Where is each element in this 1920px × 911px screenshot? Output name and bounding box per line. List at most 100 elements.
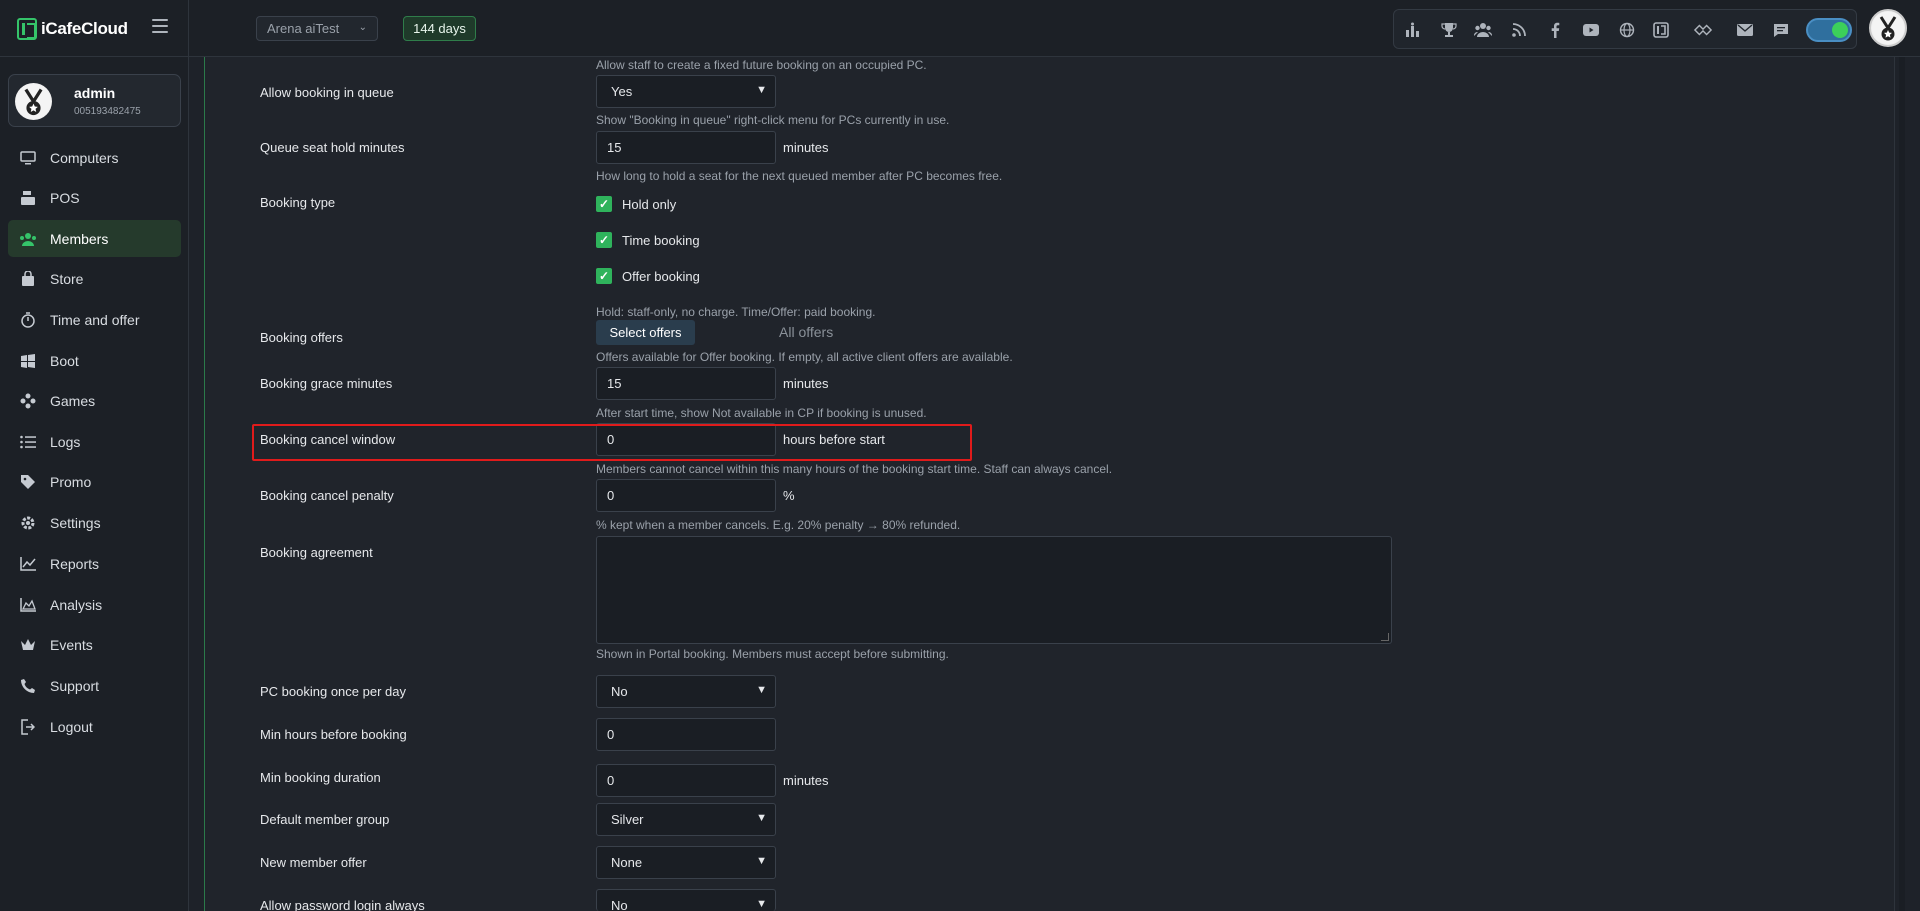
chevron-down-icon: ▼ <box>756 812 767 824</box>
password-login-select[interactable]: No ▼ <box>596 889 776 911</box>
booking-cancel-penalty-unit: % <box>783 488 795 503</box>
resize-handle-icon[interactable] <box>1381 633 1389 641</box>
select-value: None <box>611 855 643 870</box>
checkbox-hold-only[interactable]: ✓ Hold only <box>596 195 676 213</box>
sidebar-item-promo[interactable]: Promo <box>8 463 181 500</box>
help-fixed-future: Allow staff to create a fixed future boo… <box>596 58 927 72</box>
checkbox-label: Time booking <box>622 232 700 248</box>
sidebar-item-pos[interactable]: POS <box>8 179 181 216</box>
checkbox-offer-booking[interactable]: ✓ Offer booking <box>596 267 700 285</box>
once-per-day-select[interactable]: No ▼ <box>596 675 776 708</box>
app-name: iCafeCloud <box>41 19 128 38</box>
sidebar-item-support[interactable]: Support <box>8 667 181 704</box>
menu-toggle-icon[interactable] <box>152 19 168 33</box>
users-icon <box>19 230 37 248</box>
help-booking-agreement: Shown in Portal booking. Members must ac… <box>596 647 949 661</box>
profile-name: admin <box>74 85 116 101</box>
windows-icon <box>19 352 37 370</box>
checkbox-checked-icon: ✓ <box>596 232 612 248</box>
icafe-icon[interactable] <box>1652 21 1670 39</box>
sidebar-item-logs[interactable]: Logs <box>8 423 181 460</box>
help-booking-cancel-penalty: % kept when a member cancels. E.g. 20% p… <box>596 518 961 532</box>
bag-icon <box>19 270 37 288</box>
sidebar-item-events[interactable]: Events <box>8 626 181 663</box>
sidebar-item-settings[interactable]: Settings <box>8 504 181 541</box>
checkbox-label: Offer booking <box>622 268 700 284</box>
cafe-selector[interactable]: Arena aiTest ⌄ <box>256 16 378 41</box>
handshake-icon[interactable] <box>1694 21 1712 39</box>
help-booking-type: Hold: staff-only, no charge. Time/Offer:… <box>596 305 876 319</box>
help-booking-grace: After start time, show Not available in … <box>596 406 927 420</box>
sidebar-item-store[interactable]: Store <box>8 260 181 297</box>
sidebar-item-computers[interactable]: Computers <box>8 139 181 176</box>
ranking-icon[interactable] <box>1404 21 1422 39</box>
label-booking-cancel-penalty: Booking cancel penalty <box>260 488 394 503</box>
help-allow-booking-queue: Show "Booking in queue" right-click menu… <box>596 113 950 127</box>
tag-icon <box>19 473 37 491</box>
min-hours-input[interactable]: 0 <box>596 718 776 751</box>
sidebar-item-label: Store <box>50 270 84 287</box>
chevron-down-icon: ▼ <box>756 684 767 696</box>
profile-id: 005193482475 <box>74 106 141 117</box>
mail-icon[interactable] <box>1736 21 1754 39</box>
booking-agreement-textarea[interactable] <box>596 536 1392 644</box>
label-queue-hold: Queue seat hold minutes <box>260 140 405 155</box>
group-icon[interactable] <box>1474 21 1492 39</box>
chat-icon[interactable] <box>1772 21 1790 39</box>
cash-register-icon <box>19 189 37 207</box>
sidebar-item-label: Analysis <box>50 596 103 613</box>
checkbox-checked-icon: ✓ <box>596 268 612 284</box>
theme-toggle[interactable] <box>1806 18 1852 42</box>
min-duration-unit: minutes <box>783 773 829 788</box>
sidebar-item-label: Support <box>50 677 100 694</box>
sidebar-item-label: Time and offer <box>50 311 140 328</box>
monitor-icon <box>19 149 37 167</box>
label-booking-type: Booking type <box>260 195 336 210</box>
sidebar-item-games[interactable]: Games <box>8 382 181 419</box>
sidebar-item-label: Settings <box>50 514 101 531</box>
label-min-duration: Min booking duration <box>260 770 381 785</box>
trophy-icon[interactable] <box>1440 21 1458 39</box>
help-booking-offers: Offers available for Offer booking. If e… <box>596 350 1013 364</box>
youtube-icon[interactable] <box>1582 21 1600 39</box>
facebook-icon[interactable] <box>1546 21 1564 39</box>
sidebar-item-boot[interactable]: Boot <box>8 342 181 379</box>
booking-grace-input[interactable]: 15 <box>596 367 776 400</box>
min-duration-input[interactable]: 0 <box>596 764 776 797</box>
toolbar-icons <box>1393 9 1857 49</box>
booking-offers-value: All offers <box>779 324 834 340</box>
cafe-selector-value: Arena aiTest <box>267 21 340 36</box>
profile-card[interactable]: admin 005193482475 <box>8 74 181 127</box>
booking-grace-unit: minutes <box>783 376 829 391</box>
select-offers-button[interactable]: Select offers <box>596 320 695 345</box>
allow-booking-queue-select[interactable]: Yes ▼ <box>596 75 776 108</box>
sidebar-item-label: Boot <box>50 352 79 369</box>
scrollbar[interactable] <box>1899 57 1905 911</box>
label-default-group: Default member group <box>260 812 390 827</box>
sidebar-item-logout[interactable]: Logout <box>8 708 181 745</box>
globe-icon[interactable] <box>1618 21 1636 39</box>
sidebar-item-members[interactable]: Members <box>8 220 181 257</box>
default-group-select[interactable]: Silver ▼ <box>596 803 776 836</box>
user-avatar[interactable] <box>1869 9 1907 47</box>
checkbox-checked-icon: ✓ <box>596 196 612 212</box>
phone-icon <box>19 677 37 695</box>
queue-hold-input[interactable]: 15 <box>596 131 776 164</box>
toggle-knob <box>1832 22 1848 38</box>
rss-icon[interactable] <box>1510 21 1528 39</box>
sidebar-item-analysis[interactable]: Analysis <box>8 586 181 623</box>
help-queue-hold: How long to hold a seat for the next que… <box>596 169 1003 183</box>
sidebar-item-reports[interactable]: Reports <box>8 545 181 582</box>
top-bar: iCafeCloud Arena aiTest ⌄ 144 days <box>0 0 1920 57</box>
label-new-member-offer: New member offer <box>260 855 367 870</box>
license-days-badge: 144 days <box>403 16 476 41</box>
new-member-offer-select[interactable]: None ▼ <box>596 846 776 879</box>
chevron-down-icon: ⌄ <box>358 22 367 33</box>
sidebar-item-label: Logout <box>50 718 93 735</box>
sidebar-item-time-and-offer[interactable]: Time and offer <box>8 301 181 338</box>
app-logo[interactable]: iCafeCloud <box>17 18 128 40</box>
label-password-login: Allow password login always <box>260 898 425 911</box>
settings-panel: Allow staff to create a fixed future boo… <box>204 57 1895 911</box>
booking-cancel-penalty-input[interactable]: 0 <box>596 479 776 512</box>
checkbox-time-booking[interactable]: ✓ Time booking <box>596 231 700 249</box>
